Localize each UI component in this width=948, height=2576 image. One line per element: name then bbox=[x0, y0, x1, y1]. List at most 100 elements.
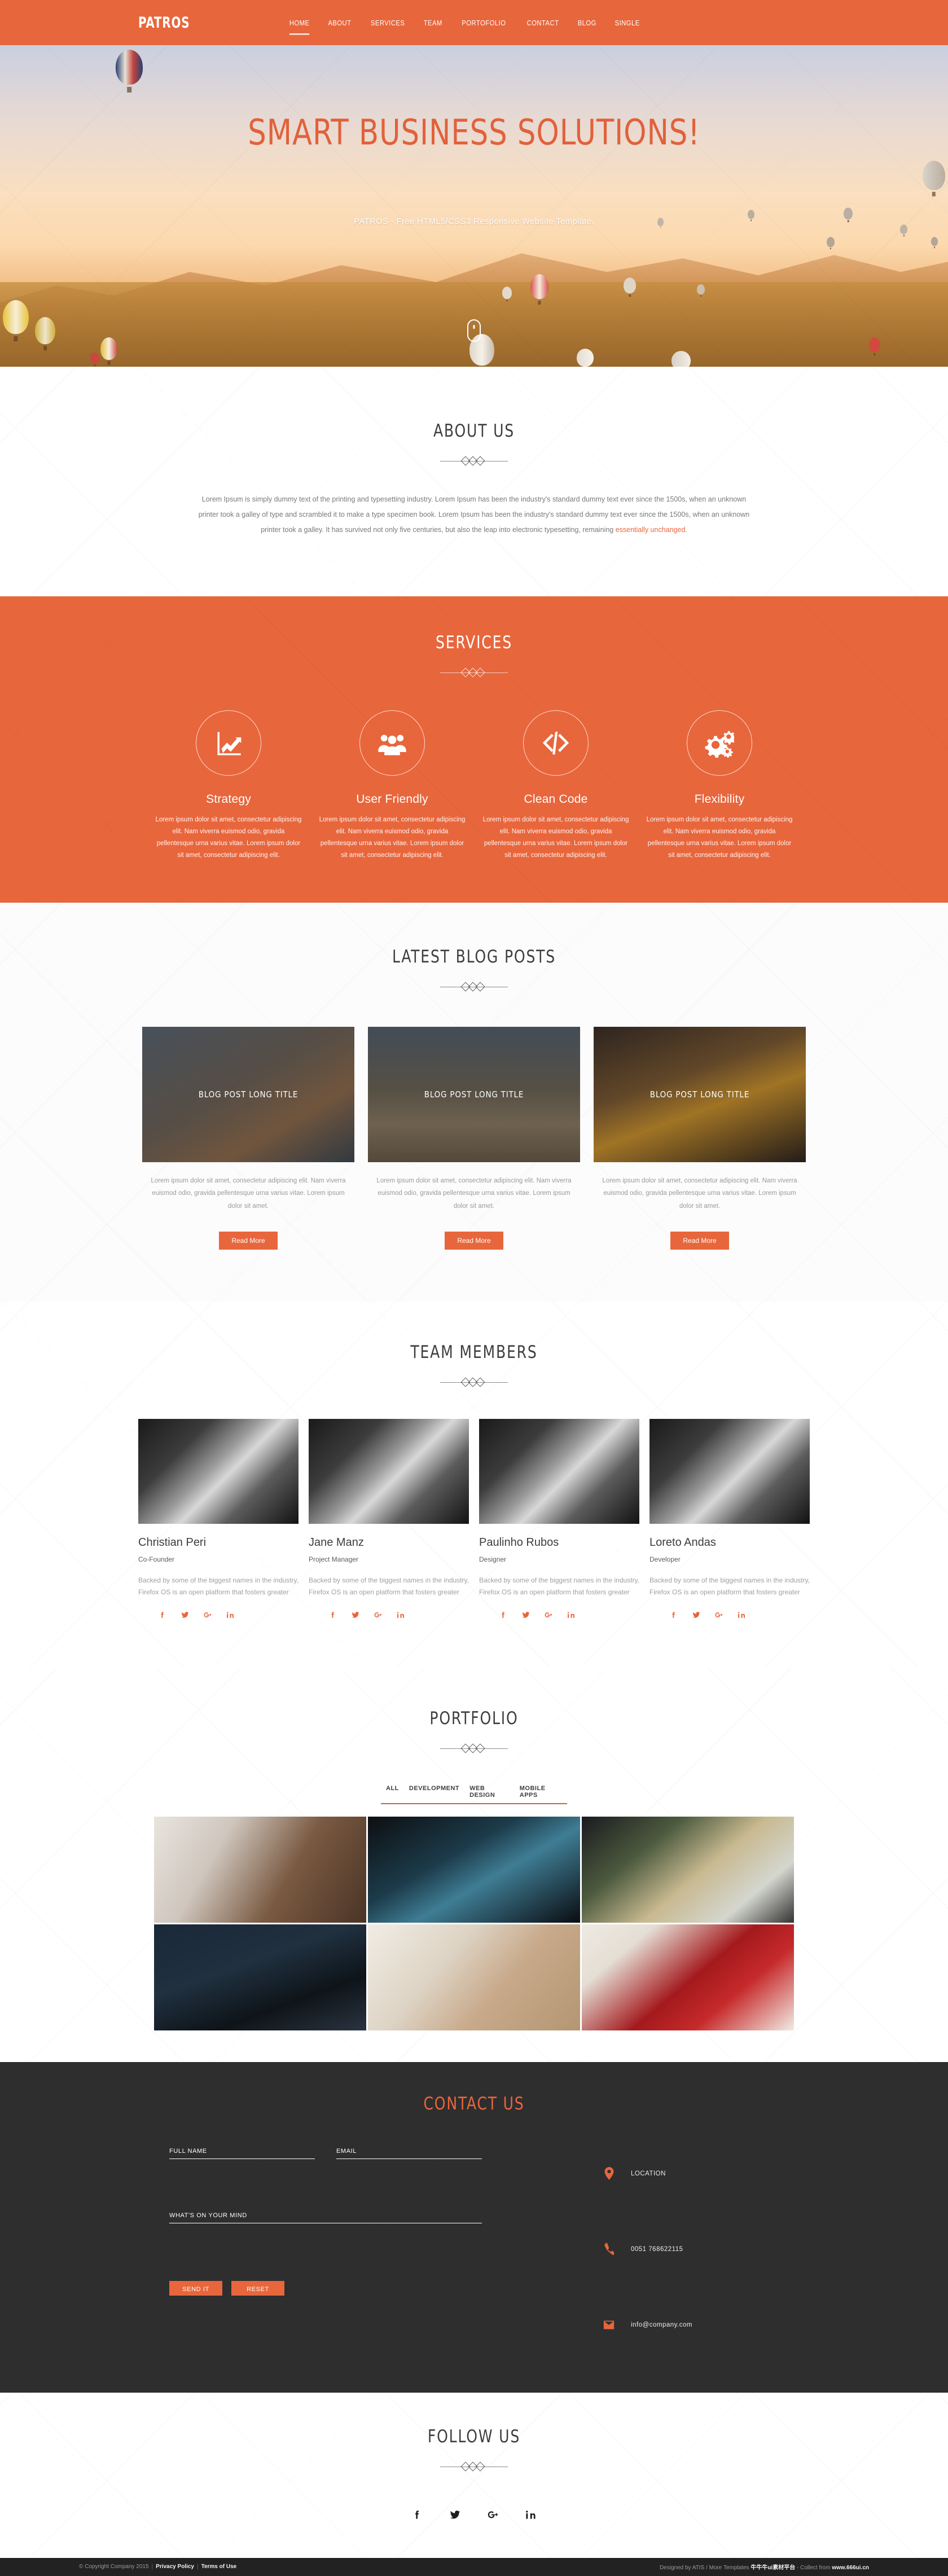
twitter-icon[interactable] bbox=[352, 1611, 359, 1619]
nav-item-team[interactable]: TEAM bbox=[417, 15, 448, 30]
balloon-decor bbox=[116, 50, 143, 85]
blog-post-excerpt: Lorem ipsum dolor sit amet, consectetur … bbox=[602, 1177, 797, 1210]
portfolio-title: PORTFOLIO bbox=[429, 1708, 519, 1729]
service-text: Lorem ipsum dolor sit amet, consectetur … bbox=[646, 816, 793, 859]
google-plus-icon[interactable] bbox=[374, 1611, 382, 1619]
balloon-decor bbox=[3, 300, 29, 334]
portfolio-item[interactable] bbox=[582, 1816, 794, 1923]
portfolio-item[interactable] bbox=[154, 1816, 366, 1923]
blog-post-card: BLOG POST LONG TITLE Lorem ipsum dolor s… bbox=[594, 1026, 806, 1250]
privacy-policy-link[interactable]: Privacy Policy bbox=[156, 2564, 194, 2570]
balloon-decor bbox=[35, 317, 55, 344]
team-member-name: Paulinho Rubos bbox=[479, 1536, 559, 1549]
portfolio-filter-development[interactable]: DEVELOPMENT bbox=[404, 1785, 464, 1799]
twitter-icon[interactable] bbox=[181, 1611, 189, 1619]
portfolio-filter-web-design[interactable]: WEB DESIGN bbox=[464, 1785, 515, 1799]
service-card-clean-code[interactable]: Clean Code Lorem ipsum dolor sit amet, c… bbox=[474, 710, 638, 862]
balloon-decor bbox=[672, 351, 691, 367]
message-input[interactable] bbox=[169, 2212, 482, 2223]
send-it-button[interactable]: SEND IT bbox=[169, 2280, 222, 2296]
balloon-decor bbox=[869, 337, 880, 352]
read-more-button[interactable]: Read More bbox=[219, 1231, 278, 1250]
nav-item-services[interactable]: SERVICES bbox=[364, 15, 411, 30]
portfolio-filter-all[interactable]: ALL bbox=[381, 1785, 404, 1799]
linkedin-icon[interactable] bbox=[567, 1611, 575, 1619]
linkedin-icon[interactable] bbox=[397, 1611, 405, 1619]
google-plus-icon[interactable] bbox=[545, 1611, 552, 1619]
about-section: ABOUT US Lorem Ipsum is simply dummy tex… bbox=[0, 367, 948, 596]
google-plus-icon[interactable] bbox=[715, 1611, 723, 1619]
about-inline-link[interactable]: essentially unchanged. bbox=[616, 526, 687, 534]
hero-text-block: SMART BUSINESS SOLUTIONS! PATROS - Free … bbox=[0, 112, 948, 226]
hero-subtitle: PATROS - Free HTML5/CSS3 Responsive Webs… bbox=[354, 217, 594, 226]
site-logo[interactable]: PATROS bbox=[138, 14, 190, 32]
team-member-socials bbox=[479, 1611, 639, 1619]
portfolio-item[interactable] bbox=[154, 1924, 366, 2030]
blog-post-thumbnail[interactable]: BLOG POST LONG TITLE bbox=[142, 1026, 354, 1162]
balloon-decor bbox=[697, 284, 705, 294]
portfolio-item[interactable] bbox=[368, 1816, 580, 1923]
section-divider-ornament bbox=[440, 982, 508, 992]
blog-section: LATEST BLOG POSTS BLOG POST LONG TITLE L… bbox=[0, 902, 948, 1302]
nav-item-home[interactable]: HOME bbox=[283, 15, 316, 35]
users-group-icon bbox=[359, 710, 425, 776]
balloon-decor bbox=[624, 278, 636, 293]
portfolio-filter-mobile-apps[interactable]: MOBILE APPS bbox=[515, 1785, 567, 1799]
facebook-icon[interactable] bbox=[670, 1611, 678, 1619]
nav-item-portofolio[interactable]: PORTOFOLIO bbox=[456, 15, 512, 30]
twitter-icon[interactable] bbox=[692, 1611, 700, 1619]
service-card-user-friendly[interactable]: User Friendly Lorem ipsum dolor sit amet… bbox=[310, 710, 474, 862]
facebook-icon[interactable] bbox=[159, 1611, 166, 1619]
nav-item-about[interactable]: ABOUT bbox=[322, 15, 357, 30]
team-member-card: Paulinho Rubos Designer Backed by some o… bbox=[479, 1418, 639, 1619]
read-more-button[interactable]: Read More bbox=[670, 1231, 729, 1250]
contact-form: SEND IT RESET bbox=[169, 2146, 519, 2351]
avatar bbox=[309, 1418, 469, 1524]
facebook-icon[interactable] bbox=[412, 2509, 423, 2521]
email-input[interactable] bbox=[336, 2147, 482, 2159]
team-member-card: Christian Peri Co-Founder Backed by some… bbox=[138, 1418, 299, 1619]
facebook-icon[interactable] bbox=[329, 1611, 337, 1619]
linkedin-icon[interactable] bbox=[226, 1611, 234, 1619]
section-divider-ornament bbox=[440, 456, 508, 466]
twitter-icon[interactable] bbox=[522, 1611, 530, 1619]
nav-item-single[interactable]: SINGLE bbox=[608, 15, 646, 30]
facebook-icon[interactable] bbox=[499, 1611, 507, 1619]
portfolio-item[interactable] bbox=[368, 1924, 580, 2030]
blog-post-title: BLOG POST LONG TITLE bbox=[649, 1089, 750, 1100]
blog-post-card: BLOG POST LONG TITLE Lorem ipsum dolor s… bbox=[142, 1026, 354, 1250]
service-title: Strategy bbox=[206, 792, 251, 806]
code-brackets-icon bbox=[523, 710, 589, 776]
google-plus-icon[interactable] bbox=[488, 2509, 498, 2521]
nav-item-contact[interactable]: CONTACT bbox=[521, 15, 565, 30]
footer-credit-site: www.666ui.cn bbox=[832, 2565, 869, 2571]
team-member-role: Designer bbox=[479, 1555, 507, 1563]
reset-button[interactable]: RESET bbox=[231, 2280, 284, 2296]
service-card-flexibility[interactable]: Flexibility Lorem ipsum dolor sit amet, … bbox=[638, 710, 801, 862]
blog-post-thumbnail[interactable]: BLOG POST LONG TITLE bbox=[368, 1026, 580, 1162]
twitter-icon[interactable] bbox=[450, 2509, 460, 2521]
linkedin-icon[interactable] bbox=[738, 1611, 745, 1619]
blog-post-title: BLOG POST LONG TITLE bbox=[198, 1089, 299, 1100]
mouse-scroll-icon[interactable] bbox=[467, 319, 481, 342]
terms-of-use-link[interactable]: Terms of Use bbox=[201, 2564, 237, 2570]
blog-post-thumbnail[interactable]: BLOG POST LONG TITLE bbox=[594, 1026, 806, 1162]
nav-item-blog[interactable]: BLOG bbox=[572, 15, 603, 30]
team-member-bio: Backed by some of the biggest names in t… bbox=[309, 1576, 469, 1596]
google-plus-icon[interactable] bbox=[204, 1611, 212, 1619]
service-card-strategy[interactable]: Strategy Lorem ipsum dolor sit amet, con… bbox=[147, 710, 310, 862]
full-name-input[interactable] bbox=[169, 2147, 315, 2159]
balloon-decor bbox=[90, 353, 99, 364]
team-member-socials bbox=[649, 1611, 810, 1619]
footer-copyright: © Copyright Company 2015 bbox=[79, 2564, 149, 2570]
balloon-decor bbox=[530, 274, 548, 299]
about-title: ABOUT US bbox=[433, 421, 515, 441]
read-more-button[interactable]: Read More bbox=[445, 1231, 503, 1250]
linkedin-icon[interactable] bbox=[525, 2509, 536, 2521]
portfolio-grid bbox=[79, 1816, 869, 2030]
team-member-card: Jane Manz Project Manager Backed by some… bbox=[309, 1418, 469, 1619]
services-section: SERVICES Strategy Lorem ipsum dolor sit … bbox=[0, 596, 948, 903]
about-paragraph: Lorem Ipsum is simply dummy text of the … bbox=[192, 492, 756, 538]
site-header: PATROS HOME ABOUT SERVICES TEAM PORTOFOL… bbox=[0, 0, 948, 45]
portfolio-item[interactable] bbox=[582, 1924, 794, 2030]
